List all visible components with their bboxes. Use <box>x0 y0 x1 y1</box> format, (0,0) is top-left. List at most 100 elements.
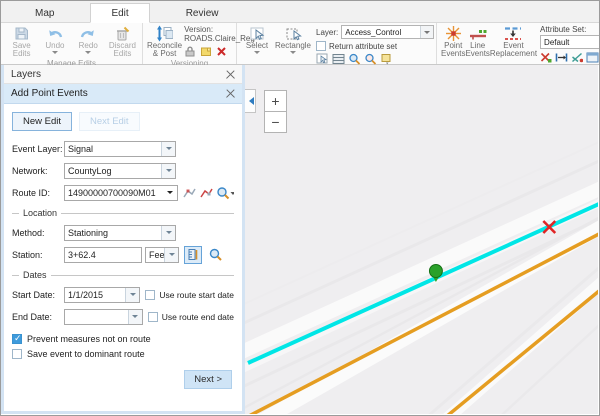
delete-version-icon[interactable] <box>216 46 227 57</box>
route-id-combobox[interactable]: 14900000700090M01 <box>64 185 178 201</box>
trim-event-icon[interactable] <box>571 52 583 63</box>
method-label: Method: <box>12 228 64 238</box>
ribbon-body: Save Edits Undo Redo <box>1 23 599 65</box>
use-route-start-date-checkbox[interactable] <box>145 290 155 300</box>
station-unit-combobox[interactable]: Feet <box>145 247 179 263</box>
use-route-end-date-checkbox[interactable] <box>148 312 158 322</box>
end-date-label: End Date: <box>12 312 64 322</box>
lock-icon[interactable] <box>184 45 196 57</box>
reconcile-icon <box>156 25 173 42</box>
map-zoom-control: + − <box>264 90 287 133</box>
event-layer-combobox[interactable]: Signal <box>64 141 176 157</box>
rectangle-button[interactable]: Rectangle <box>273 25 313 57</box>
tab-map[interactable]: Map <box>15 4 74 22</box>
prevent-measures-checkbox[interactable] <box>12 334 22 344</box>
line-events-button[interactable]: Line Events <box>465 25 489 59</box>
point-events-button[interactable]: Point Events <box>441 25 465 59</box>
layer-combobox-arrow[interactable] <box>420 26 433 38</box>
attribute-table-icon[interactable] <box>332 53 345 65</box>
attributes-window-icon[interactable] <box>586 52 599 63</box>
pick-route-on-map-icon[interactable] <box>199 184 214 202</box>
select-dropdown-caret[interactable] <box>254 51 260 57</box>
method-combobox[interactable]: Stationing <box>64 225 176 241</box>
layers-close-icon[interactable] <box>226 70 235 79</box>
undo-button[interactable]: Undo <box>38 25 71 57</box>
event-replacement-button[interactable]: Event Replacement <box>490 25 537 59</box>
attribute-set-combobox[interactable]: Default <box>540 35 599 49</box>
line-events-icon <box>469 25 487 42</box>
next-button[interactable]: Next > <box>184 370 232 389</box>
dates-section-divider: Dates <box>12 270 234 280</box>
undo-icon <box>47 25 63 42</box>
route-id-label: Route ID: <box>12 188 64 198</box>
panel-title: Add Point Events <box>11 88 88 99</box>
merge-event-icon[interactable] <box>555 52 568 63</box>
pan-to-selection-icon[interactable] <box>364 53 377 65</box>
add-point-events-header: Add Point Events <box>4 84 242 104</box>
start-date-dropdown-arrow[interactable] <box>125 288 139 302</box>
station-unit-combobox-arrow[interactable] <box>164 248 178 262</box>
select-features-icon[interactable] <box>316 53 329 65</box>
return-attribute-set-label: Return attribute set <box>329 42 397 51</box>
select-tool-icon <box>249 25 266 42</box>
layer-label: Layer: <box>316 28 338 37</box>
trash-icon <box>114 25 130 42</box>
zoom-to-location-icon[interactable] <box>207 246 225 264</box>
tab-review[interactable]: Review <box>166 4 239 22</box>
clear-selection-icon[interactable] <box>380 53 393 65</box>
ribbon-tabs: Map Edit Review <box>1 1 599 23</box>
panel-close-icon[interactable] <box>226 89 235 98</box>
select-button[interactable]: Select <box>241 25 273 57</box>
layers-pane-header: Layers <box>4 65 242 84</box>
group-manage-edits: Save Edits Undo Redo <box>1 23 143 64</box>
end-date-input[interactable] <box>64 309 143 325</box>
app-window: Map Edit Review Save Edits Undo <box>0 0 600 416</box>
pick-location-on-map-icon[interactable] <box>184 246 202 264</box>
point-events-icon <box>445 25 462 42</box>
discard-edits-button[interactable]: Discard Edits <box>105 25 140 59</box>
save-icon <box>14 25 29 42</box>
zoom-in-button[interactable]: + <box>264 90 287 112</box>
next-edit-button[interactable]: Next Edit <box>79 112 140 131</box>
panel-collapse-tab[interactable] <box>245 89 256 113</box>
pick-route-icon[interactable] <box>182 184 197 202</box>
station-input[interactable]: 3+62.4 <box>64 247 142 263</box>
layer-combobox[interactable]: Access_Control <box>341 25 434 39</box>
station-label: Station: <box>12 250 64 260</box>
zoom-to-route-icon[interactable] <box>216 184 234 202</box>
location-section-divider: Location <box>12 208 234 218</box>
start-date-input[interactable]: 1/1/2015 <box>64 287 140 303</box>
event-replacement-icon <box>503 25 523 42</box>
group-selection: Select Rectangle Layer: Access_Control <box>237 23 437 64</box>
undo-dropdown-caret[interactable] <box>52 51 58 57</box>
save-dominant-label: Save event to dominant route <box>27 349 145 359</box>
group-edit-events: Point Events Line Events Event Replaceme… <box>437 23 599 64</box>
new-edit-button[interactable]: New Edit <box>12 112 72 131</box>
zoom-out-button[interactable]: − <box>264 111 287 133</box>
save-edits-button[interactable]: Save Edits <box>5 25 38 59</box>
zoom-to-selection-icon[interactable] <box>348 53 361 65</box>
route-id-combobox-arrow[interactable] <box>163 188 177 197</box>
prevent-measures-label: Prevent measures not on route <box>27 334 151 344</box>
use-route-end-date-label: Use route end date <box>162 312 234 322</box>
method-combobox-arrow[interactable] <box>161 226 175 240</box>
reconcile-post-button[interactable]: Reconcile & Post <box>147 25 182 59</box>
use-route-start-date-label: Use route start date <box>159 290 234 300</box>
group-label-edit-events: Edit Events <box>437 63 599 64</box>
redo-icon <box>80 25 96 42</box>
save-dominant-checkbox[interactable] <box>12 349 22 359</box>
map-view[interactable]: + − <box>245 65 598 414</box>
split-event-icon[interactable] <box>540 52 552 63</box>
start-date-label: Start Date: <box>12 290 64 300</box>
return-attribute-set-checkbox[interactable] <box>316 41 326 51</box>
rectangle-dropdown-caret[interactable] <box>290 51 296 57</box>
changes-note-icon[interactable] <box>200 45 212 57</box>
redo-dropdown-caret[interactable] <box>85 51 91 57</box>
network-combobox[interactable]: CountyLog <box>64 163 176 179</box>
redo-button[interactable]: Redo <box>72 25 105 57</box>
map-canvas <box>245 65 598 414</box>
event-layer-combobox-arrow[interactable] <box>161 142 175 156</box>
tab-edit[interactable]: Edit <box>90 3 149 23</box>
network-combobox-arrow[interactable] <box>161 164 175 178</box>
end-date-dropdown-arrow[interactable] <box>128 310 142 324</box>
